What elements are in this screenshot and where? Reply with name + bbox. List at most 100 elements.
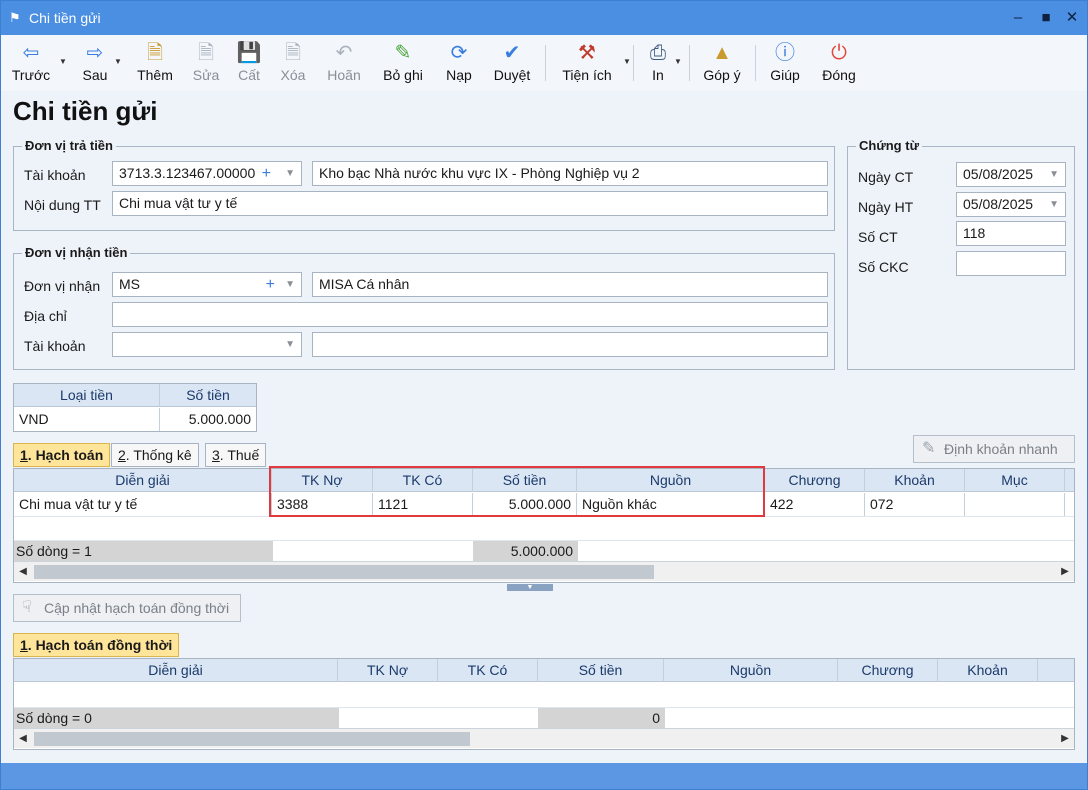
- scroll-thumb[interactable]: [34, 732, 470, 746]
- chevron-down-icon[interactable]: ▼: [285, 162, 295, 185]
- thumb-down-icon: ☟: [22, 599, 32, 616]
- accounting-horizontal-scrollbar[interactable]: ◀ ▶: [14, 561, 1074, 581]
- tab-tax-key: 3: [212, 447, 220, 463]
- toolbar-separator: [755, 45, 756, 81]
- sub-item-header: Mục: [965, 469, 1065, 492]
- payer-account-name-field[interactable]: Kho bạc Nhà nước khu vực IX - Phòng Nghi…: [312, 161, 828, 186]
- chevron-down-icon[interactable]: ▼: [285, 273, 295, 296]
- scroll-right-icon[interactable]: ▶: [1056, 729, 1074, 749]
- voucher-group: Chứng từ Ngày CT 05/08/2025 ▼ Ngày HT 05…: [847, 138, 1075, 370]
- add-icon[interactable]: +: [262, 162, 271, 185]
- tab-concurrent-label: . Hạch toán đồng thời: [27, 637, 173, 653]
- scroll-right-icon[interactable]: ▶: [1056, 562, 1074, 582]
- chapter-cell[interactable]: 422: [765, 493, 865, 516]
- refresh-icon: ⟳: [450, 42, 468, 64]
- concurrent-grid: Diễn giải TK Nợ TK Có Số tiền Nguồn Chươ…: [13, 658, 1075, 750]
- save-icon: 💾: [236, 42, 262, 64]
- window-title: Chi tiền gửi: [29, 10, 101, 26]
- tab-concurrent-accounting[interactable]: 1. Hạch toán đồng thời: [13, 633, 180, 657]
- currency-grid: Loại tiền Số tiền VND 5.000.000: [13, 383, 257, 432]
- payment-content-label: Nội dung TT: [24, 197, 101, 213]
- footer-total-amount: 0: [652, 710, 660, 726]
- print-dropdown-icon[interactable]: ▼: [674, 57, 682, 66]
- update-concurrent-button[interactable]: ☟ Cập nhật hạch toán đồng thời: [13, 594, 241, 622]
- power-icon: ⏻: [831, 42, 847, 64]
- voucher-date-picker[interactable]: 05/08/2025 ▼: [956, 162, 1066, 187]
- payment-content-field[interactable]: Chi mua vật tư y tế: [112, 191, 828, 216]
- concurrent-grid-header: Diễn giải TK Nợ TK Có Số tiền Nguồn Chươ…: [14, 659, 1074, 682]
- chevron-down-icon[interactable]: ▼: [1049, 193, 1059, 216]
- maximize-icon[interactable]: ■: [1035, 7, 1057, 29]
- concurrent-horizontal-scrollbar[interactable]: ◀ ▶: [14, 728, 1074, 748]
- close-icon[interactable]: ✕: [1061, 7, 1083, 29]
- scroll-left-icon[interactable]: ◀: [14, 729, 32, 749]
- tools-icon: ⚒: [578, 42, 596, 64]
- credit-account-header: TK Có: [438, 659, 538, 682]
- quick-entry-label: Định khoản nhanh: [944, 441, 1058, 457]
- payer-account-combo[interactable]: 3713.3.123467.00000 + ▼: [112, 161, 302, 186]
- footer-total-amount: 5.000.000: [510, 543, 573, 559]
- payee-account-name-field[interactable]: [312, 332, 828, 357]
- toolbar-unpost-button[interactable]: ✎ Bỏ ghi: [379, 39, 427, 89]
- footer-blank-cell: [273, 541, 473, 561]
- payee-account-combo[interactable]: ▼: [112, 332, 302, 357]
- undo-icon: ↶: [335, 42, 353, 64]
- description-header: Diễn giải: [14, 659, 338, 682]
- payee-unit-combo[interactable]: MS + ▼: [112, 272, 302, 297]
- toolbar-save-button[interactable]: 💾 Cất: [234, 39, 264, 89]
- new-doc-icon: 🗎: [146, 42, 164, 64]
- amount-header: Số tiền: [538, 659, 664, 682]
- payee-address-field[interactable]: [112, 302, 828, 327]
- voucher-number-field[interactable]: 118: [956, 221, 1066, 246]
- minimize-icon[interactable]: –: [1007, 7, 1029, 29]
- scroll-thumb[interactable]: [34, 565, 654, 579]
- currency-type-header: Loại tiền: [14, 384, 160, 407]
- tab-accounting-key: 1: [20, 447, 28, 463]
- check-icon: ✔: [503, 42, 521, 64]
- tab-accounting-label: . Hạch toán: [27, 447, 104, 463]
- previous-dropdown-icon[interactable]: ▼: [59, 57, 67, 66]
- scroll-left-icon[interactable]: ◀: [14, 562, 32, 582]
- toolbar-postpone-button[interactable]: ↶ Hoãn: [323, 39, 365, 89]
- payee-group: Đơn vị nhận tiền Đơn vị nhận MS + ▼ MISA…: [13, 245, 835, 370]
- toolbar-close-button[interactable]: ⏻ Đóng: [817, 39, 861, 89]
- currency-type-cell[interactable]: VND: [14, 408, 160, 431]
- payee-unit-label: Đơn vị nhận: [24, 278, 101, 294]
- tab-accounting[interactable]: 1. Hạch toán: [13, 443, 111, 467]
- toolbar-add-button[interactable]: 🗎 Thêm: [134, 39, 176, 89]
- transfer-number-field[interactable]: [956, 251, 1066, 276]
- chevron-down-icon[interactable]: ▼: [1049, 163, 1059, 186]
- currency-grid-header: Loại tiền Số tiền: [14, 384, 256, 407]
- toolbar-previous-button[interactable]: ⇦ Trước: [9, 39, 53, 89]
- toolbar-print-button[interactable]: ⎙ In: [641, 39, 675, 89]
- payee-unit-name-field[interactable]: MISA Cá nhân: [312, 272, 828, 297]
- chevron-down-icon[interactable]: ▼: [285, 333, 295, 356]
- description-header: Diễn giải: [14, 469, 272, 492]
- toolbar-help-button[interactable]: ⓘ Giúp: [765, 39, 805, 89]
- toolbar-feedback-button[interactable]: ▲ Góp ý: [699, 39, 745, 89]
- delete-doc-icon: 🗎: [284, 42, 302, 64]
- splitter-handle[interactable]: ▼: [507, 584, 553, 591]
- tab-statistics[interactable]: 2. Thống kê: [111, 443, 199, 467]
- add-icon[interactable]: +: [266, 273, 275, 296]
- toolbar-utilities-button[interactable]: ⚒ Tiện ích: [557, 39, 617, 89]
- utilities-dropdown-icon[interactable]: ▼: [623, 57, 631, 66]
- quick-entry-button[interactable]: ✎ Định khoản nhanh: [913, 435, 1075, 463]
- posting-date-picker[interactable]: 05/08/2025 ▼: [956, 192, 1066, 217]
- description-cell[interactable]: Chi mua vật tư y tế: [14, 493, 272, 516]
- toolbar-reload-button[interactable]: ⟳ Nạp: [441, 39, 477, 89]
- toolbar-edit-button[interactable]: 🗎 Sửa: [189, 39, 223, 89]
- tab-tax[interactable]: 3. Thuế: [205, 443, 267, 467]
- toolbar-delete-button[interactable]: 🗎 Xóa: [275, 39, 311, 89]
- payee-address-label: Địa chỉ: [24, 308, 67, 324]
- chapter-header: Chương: [765, 469, 865, 492]
- amount-cell[interactable]: 5.000.000: [160, 408, 256, 431]
- toolbar-approve-button[interactable]: ✔ Duyệt: [489, 39, 535, 89]
- title-bar: ⚑ Chi tiền gửi – ■ ✕: [1, 1, 1087, 35]
- item-cell[interactable]: 072: [865, 493, 965, 516]
- toolbar-next-button[interactable]: ⇨ Sau: [75, 39, 115, 89]
- next-dropdown-icon[interactable]: ▼: [114, 57, 122, 66]
- accounting-grid-footer: Số dòng = 1 5.000.000: [14, 541, 1074, 561]
- sub-item-cell[interactable]: [965, 493, 1065, 516]
- payee-group-title: Đơn vị nhận tiền: [22, 245, 131, 260]
